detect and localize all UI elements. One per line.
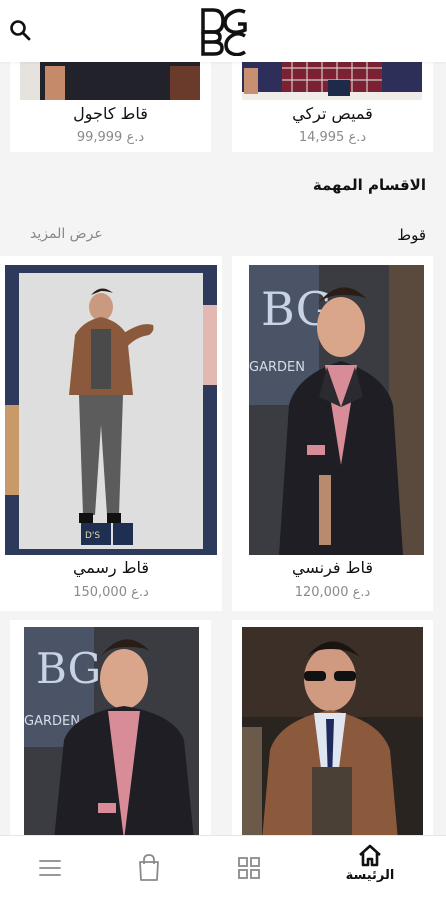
product-image: D'S bbox=[5, 265, 217, 555]
section-title: الاقسام المهمة bbox=[312, 176, 426, 194]
home-icon bbox=[359, 844, 381, 867]
product-image: BG GARDEN bbox=[24, 627, 199, 840]
product-card-black-blazer[interactable]: BG GARDEN bbox=[10, 620, 211, 840]
product-price: 120,000 د.ع bbox=[294, 585, 371, 600]
svg-text:GARDEN: GARDEN bbox=[24, 714, 80, 729]
product-price: 150,000 د.ع bbox=[73, 585, 149, 600]
menu-icon bbox=[39, 860, 61, 876]
product-card-turkish-shirt[interactable]: قميص تركي 14,995 د.ع bbox=[232, 60, 433, 152]
top-header bbox=[0, 0, 446, 62]
product-card-brown-jacket[interactable] bbox=[232, 620, 433, 840]
svg-text:BG: BG bbox=[36, 644, 101, 693]
shopping-bag-icon bbox=[139, 854, 159, 881]
product-card-casual-suit[interactable]: قاط كاجول 99,999 د.ع bbox=[10, 60, 211, 152]
svg-text:D'S: D'S bbox=[85, 531, 100, 541]
product-image bbox=[242, 627, 423, 840]
product-name: قميص تركي bbox=[292, 104, 373, 123]
product-name: قاط كاجول bbox=[73, 104, 148, 123]
product-card-formal-suit[interactable]: D'S قاط رسمي 150,000 د.ع bbox=[0, 256, 222, 611]
product-image bbox=[242, 60, 422, 100]
product-card-french-suit[interactable]: BG GARDEN قاط فرنسي 120,000 د.ع bbox=[232, 256, 433, 611]
nav-home-label: الرئيسة bbox=[345, 868, 395, 883]
product-price: 14,995 د.ع bbox=[298, 130, 367, 145]
brand-logo[interactable] bbox=[197, 6, 251, 57]
product-image bbox=[20, 60, 200, 100]
product-name: قاط فرنسي bbox=[292, 558, 373, 577]
product-price: 99,999 د.ع bbox=[76, 130, 145, 145]
search-button[interactable] bbox=[8, 18, 32, 42]
bottom-navigation: الرئيسة bbox=[0, 835, 446, 900]
see-more-link[interactable]: عرض المزيد bbox=[30, 226, 103, 242]
grid-icon bbox=[238, 857, 260, 879]
nav-home[interactable]: الرئيسة bbox=[340, 844, 400, 883]
nav-cart[interactable] bbox=[129, 848, 169, 888]
svg-text:GARDEN: GARDEN bbox=[249, 360, 305, 375]
nav-menu[interactable] bbox=[30, 848, 70, 888]
search-icon bbox=[10, 20, 31, 41]
product-image: BG GARDEN bbox=[249, 265, 424, 555]
app-screen: قميص تركي 14,995 د.ع قاط كاجول 99,999 د.… bbox=[0, 0, 446, 900]
nav-categories[interactable] bbox=[229, 848, 269, 888]
category-label[interactable]: قوط bbox=[397, 226, 426, 244]
product-name: قاط رسمي bbox=[72, 558, 150, 577]
